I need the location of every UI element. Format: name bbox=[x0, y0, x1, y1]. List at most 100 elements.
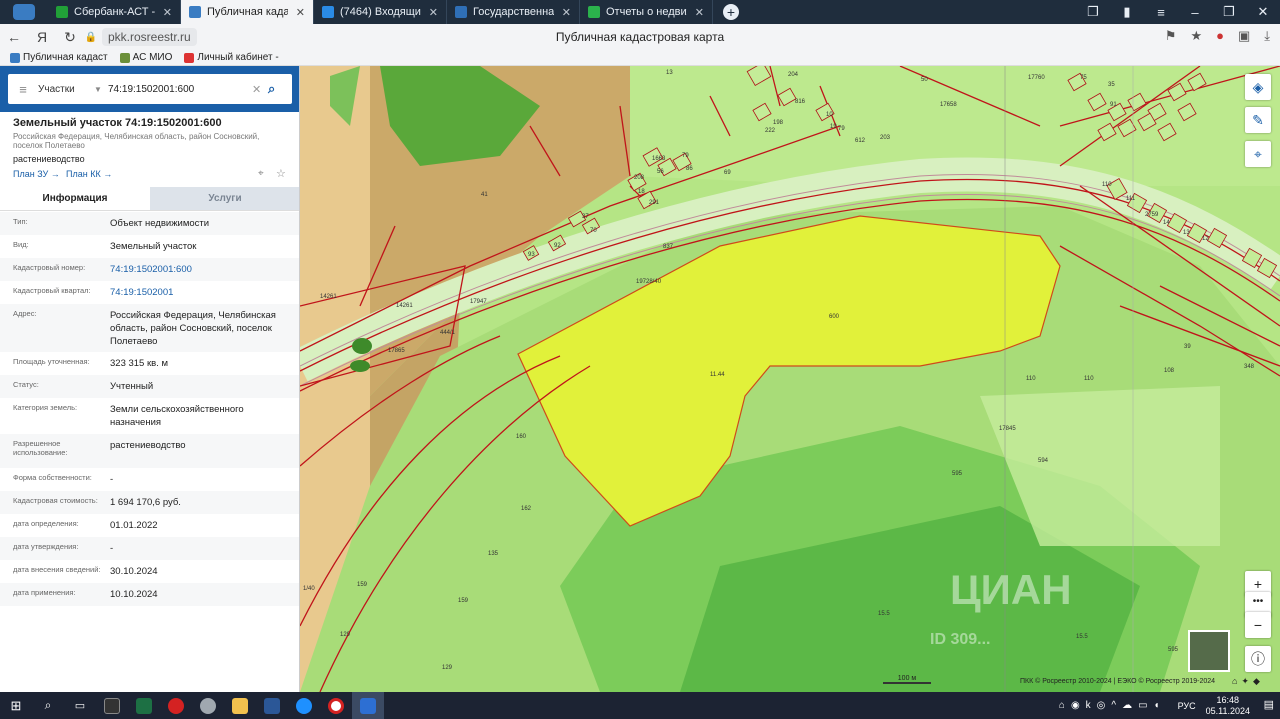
parcel-number-label: 110 bbox=[1026, 376, 1036, 382]
tab-close-icon[interactable]: ✕ bbox=[695, 6, 704, 19]
attribute-value: растениеводство bbox=[110, 440, 186, 451]
measure-icon[interactable]: ✎ bbox=[1245, 107, 1271, 133]
system-tray: ⌂◉k◎^☁▭◖ РУС 16:48 05.11.2024 bbox=[1059, 692, 1250, 719]
excel-icon[interactable] bbox=[128, 692, 160, 719]
parcel-number-label: 837 bbox=[663, 244, 674, 250]
app-c-icon[interactable] bbox=[320, 692, 352, 719]
close-window-icon[interactable]: ✕ bbox=[1246, 4, 1280, 20]
attribute-label: дата определения: bbox=[13, 519, 79, 528]
url-field[interactable]: pkk.rosreestr.ru bbox=[102, 28, 197, 46]
search-type-select[interactable]: Участки bbox=[38, 84, 94, 95]
tab-close-icon[interactable]: ✕ bbox=[429, 6, 438, 19]
chevron-down-icon[interactable]: ▼ bbox=[94, 85, 108, 94]
parcel-number-label: 108 bbox=[1164, 368, 1175, 374]
tab-favicon-icon bbox=[322, 6, 334, 18]
attribute-value: 1 694 170,6 руб. bbox=[110, 497, 181, 508]
attribute-row: дата применения: 10.10.2024 bbox=[0, 583, 299, 606]
terminal-icon[interactable] bbox=[96, 692, 128, 719]
browser-tab[interactable]: Государственная информ ✕ bbox=[447, 0, 580, 24]
bookmark-item[interactable]: Публичная кадаст bbox=[10, 52, 108, 63]
app-red-icon[interactable] bbox=[160, 692, 192, 719]
browser-tab[interactable]: (7464) Входящие - Почта ✕ bbox=[314, 0, 447, 24]
word-icon[interactable] bbox=[256, 692, 288, 719]
parcel-number-label: 198 bbox=[773, 120, 784, 126]
favorite-icon[interactable]: ☆ bbox=[276, 167, 286, 180]
search-input[interactable]: 74:19:1502001:600 bbox=[108, 84, 252, 95]
back-icon[interactable]: ← bbox=[0, 29, 28, 45]
tab-list-icon[interactable]: ❐ bbox=[1076, 4, 1110, 20]
attribute-row: Вид: Земельный участок bbox=[0, 235, 299, 258]
parcel-number-label: 56 bbox=[657, 169, 664, 175]
parcel-number-label: 86 bbox=[686, 166, 693, 172]
notifications-icon[interactable]: ▤ bbox=[1264, 698, 1274, 711]
browser-settings-icon[interactable]: ≡ bbox=[1144, 5, 1178, 20]
map-view[interactable]: 13 204 50 17760 75 35 91 816 10 19 222 198 79 612 203 1… bbox=[300, 66, 1280, 692]
tab-close-icon[interactable]: ✕ bbox=[296, 6, 305, 19]
yandex-icon[interactable]: Я bbox=[28, 29, 56, 45]
bookmark-item[interactable]: Личный кабинет - bbox=[184, 52, 279, 63]
parcel-number-label: 110 bbox=[1102, 182, 1112, 188]
bookmark-page-icon[interactable]: ★ bbox=[1190, 28, 1202, 44]
new-tab-icon[interactable]: + bbox=[723, 4, 739, 20]
bookmark-icon[interactable]: ▮ bbox=[1110, 4, 1144, 20]
attribute-row: Площадь уточненная: 323 315 кв. м bbox=[0, 352, 299, 375]
parcel-number-label: 79 bbox=[682, 153, 689, 159]
app-gray-icon[interactable] bbox=[192, 692, 224, 719]
tab-title: Отчеты о недвижимости bbox=[606, 6, 687, 18]
search-icon[interactable]: ⌕ bbox=[268, 81, 292, 97]
menu-icon[interactable]: ≡ bbox=[8, 82, 38, 97]
edge-icon[interactable] bbox=[288, 692, 320, 719]
info-icon[interactable]: ⓘ bbox=[1245, 646, 1271, 672]
attribute-label: Адрес: bbox=[13, 309, 37, 318]
parcel-number-label: 15.5 bbox=[1076, 634, 1088, 640]
parcel-use: растениеводство bbox=[13, 154, 85, 164]
explorer-icon[interactable] bbox=[224, 692, 256, 719]
browser-tab[interactable]: Сбербанк-АСТ - Электрон ✕ bbox=[48, 0, 181, 24]
tab-close-icon[interactable]: ✕ bbox=[163, 6, 172, 19]
tray-icons[interactable]: ⌂◉k◎^☁▭◖ bbox=[1059, 700, 1166, 711]
info-panel: ≡ Участки ▼ 74:19:1502001:600 ✕ ⌕ Земель… bbox=[0, 66, 300, 692]
translate-icon[interactable]: ⚑ bbox=[1165, 28, 1177, 44]
plan-kk-link[interactable]: План КК → bbox=[66, 169, 112, 179]
parcel-title: Земельный участок 74:19:1502001:600 bbox=[13, 117, 222, 129]
attribute-value[interactable]: 74:19:1502001:600 bbox=[110, 263, 290, 276]
browser-menu-button[interactable] bbox=[0, 0, 48, 26]
map-canvas[interactable]: 13 204 50 17760 75 35 91 816 10 19 222 198 79 612 203 1… bbox=[300, 66, 1280, 692]
browser-tab[interactable]: Публичная кадастровая ✕ bbox=[181, 0, 314, 24]
extension-icon[interactable]: ● bbox=[1216, 28, 1224, 44]
zoom-to-icon[interactable]: ⌖ bbox=[258, 168, 264, 179]
language-indicator[interactable]: РУС bbox=[1178, 701, 1196, 711]
yandex-browser-icon[interactable] bbox=[352, 692, 384, 719]
clock[interactable]: 16:48 05.11.2024 bbox=[1206, 695, 1250, 717]
parcel-number-label: 222 bbox=[765, 128, 776, 134]
tab-info[interactable]: Информация bbox=[0, 187, 150, 210]
collections-icon[interactable]: ▣ bbox=[1238, 28, 1250, 44]
start-icon[interactable]: ⊞ bbox=[0, 692, 32, 719]
parcel-number-label: 348 bbox=[1244, 364, 1255, 370]
browser-tab-bar: Сбербанк-АСТ - Электрон✕Публичная кадаст… bbox=[0, 0, 1280, 24]
tab-services[interactable]: Услуги bbox=[150, 187, 299, 210]
parcel-number-label: 208 bbox=[634, 175, 645, 181]
clear-icon[interactable]: ✕ bbox=[252, 83, 268, 96]
attribute-value[interactable]: 74:19:1502001 bbox=[110, 286, 290, 299]
attribute-row: Категория земель: Земли сельскохозяйствен… bbox=[0, 398, 299, 434]
satellite-thumbnail[interactable] bbox=[1188, 630, 1230, 672]
bookmark-item[interactable]: АС МИО bbox=[119, 52, 172, 63]
copyright: ПКК © Росреестр 2010-2024 | ЕЭКО © Росре… bbox=[1020, 678, 1216, 685]
zoom-out-button[interactable]: − bbox=[1245, 612, 1271, 638]
map-footer-icons[interactable]: ⌂✦◆ bbox=[1232, 676, 1264, 687]
layers-icon[interactable]: ◈ bbox=[1245, 74, 1271, 100]
location-icon[interactable]: ⌖ bbox=[1245, 141, 1271, 167]
tab-title: (7464) Входящие - Почта bbox=[340, 6, 421, 18]
reload-icon[interactable]: ↻ bbox=[56, 29, 84, 46]
tab-close-icon[interactable]: ✕ bbox=[562, 6, 571, 19]
restore-icon[interactable]: ❐ bbox=[1212, 4, 1246, 20]
task-view-icon[interactable]: ▭ bbox=[64, 692, 96, 719]
download-icon[interactable]: ⤓ bbox=[1264, 28, 1270, 44]
browser-tab[interactable]: Отчеты о недвижимости ✕ bbox=[580, 0, 713, 24]
plan-zu-link[interactable]: План ЗУ → bbox=[13, 169, 60, 179]
search-taskbar-icon[interactable]: ⌕ bbox=[32, 692, 64, 719]
minimize-icon[interactable]: – bbox=[1178, 5, 1212, 20]
tab-favicon-icon bbox=[56, 6, 68, 18]
parcel-number-label: 162 bbox=[521, 506, 532, 512]
